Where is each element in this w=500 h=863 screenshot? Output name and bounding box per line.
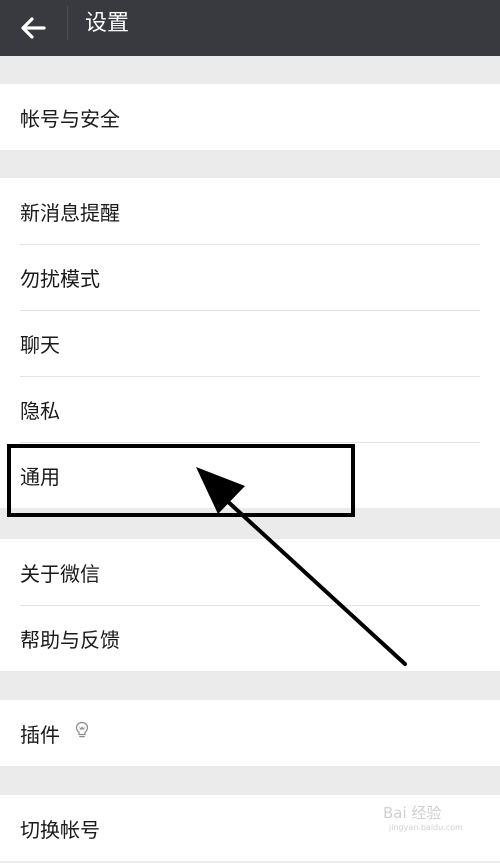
settings-group-main: 新消息提醒 勿扰模式 聊天 隐私 通用 — [0, 178, 500, 508]
back-button[interactable] — [14, 8, 54, 48]
settings-item-privacy[interactable]: 隐私 — [0, 376, 500, 442]
settings-item-do-not-disturb[interactable]: 勿扰模式 — [0, 244, 500, 310]
settings-item-switch-account[interactable]: 切换帐号 — [0, 795, 500, 861]
settings-item-label: 聊天 — [20, 332, 60, 357]
settings-item-label: 勿扰模式 — [20, 266, 100, 291]
header-divider — [67, 6, 68, 40]
settings-item-label: 切换帐号 — [20, 817, 100, 842]
settings-item-account-security[interactable]: 帐号与安全 — [0, 84, 500, 150]
settings-item-general[interactable]: 通用 — [0, 442, 500, 508]
top-bar: 设置 — [0, 0, 500, 56]
settings-item-chat[interactable]: 聊天 — [0, 310, 500, 376]
settings-item-label: 隐私 — [20, 398, 60, 423]
settings-item-plugins[interactable]: 插件 — [0, 700, 500, 766]
settings-item-about-wechat[interactable]: 关于微信 — [0, 539, 500, 605]
settings-group-plugins: 插件 — [0, 700, 500, 766]
settings-group-about: 关于微信 帮助与反馈 — [0, 539, 500, 671]
settings-item-label: 插件 — [20, 722, 60, 747]
settings-group-switch: 切换帐号 — [0, 795, 500, 861]
settings-group-account: 帐号与安全 — [0, 84, 500, 150]
settings-item-label: 新消息提醒 — [20, 200, 120, 225]
settings-item-label: 帮助与反馈 — [20, 627, 120, 652]
settings-item-label: 关于微信 — [20, 561, 100, 586]
settings-item-help-feedback[interactable]: 帮助与反馈 — [0, 605, 500, 671]
page-title: 设置 — [85, 11, 130, 36]
arrow-left-icon — [21, 17, 46, 39]
lightbulb-icon — [74, 700, 90, 766]
settings-item-notifications[interactable]: 新消息提醒 — [0, 178, 500, 244]
settings-item-label: 帐号与安全 — [20, 106, 120, 131]
settings-item-label: 通用 — [20, 464, 60, 489]
